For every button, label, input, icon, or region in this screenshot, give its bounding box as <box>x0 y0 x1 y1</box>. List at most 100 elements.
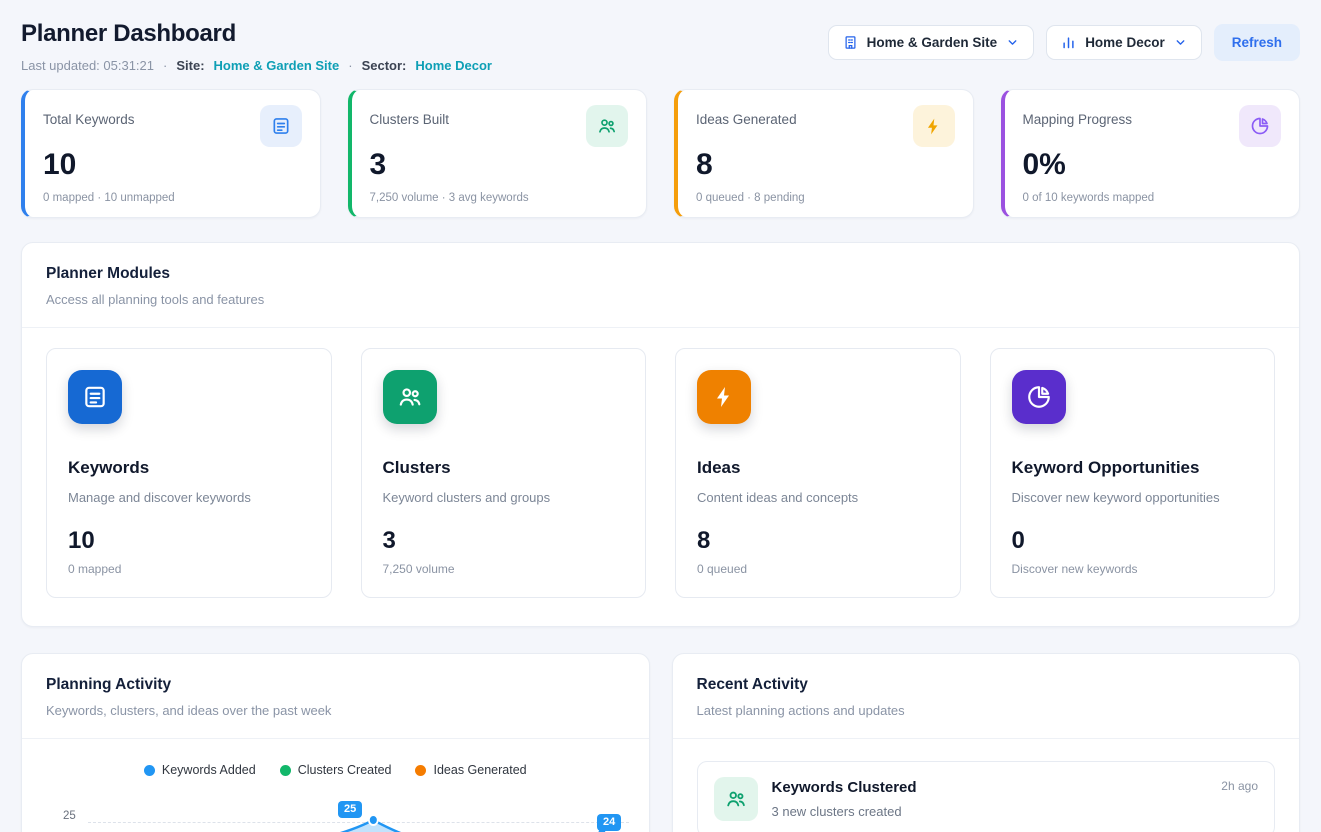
bottom-row: Planning Activity Keywords, clusters, an… <box>21 653 1300 832</box>
stat-detail: 0 of 10 keywords mapped <box>1023 192 1282 204</box>
sector-label: Sector: <box>362 58 407 73</box>
modules-grid: Keywords Manage and discover keywords 10… <box>22 328 1299 626</box>
sector-dropdown[interactable]: Home Decor <box>1046 25 1202 60</box>
module-card-keyword-opportunities[interactable]: Keyword Opportunities Discover new keywo… <box>990 348 1276 598</box>
legend-item-clusters-created: Clusters Created <box>280 763 392 777</box>
planner-modules-panel: Planner Modules Access all planning tool… <box>21 242 1300 627</box>
users-icon <box>586 105 628 147</box>
stat-value: 3 <box>370 148 629 182</box>
page-title: Planner Dashboard <box>21 20 492 48</box>
module-detail: 0 queued <box>697 562 939 576</box>
activity-body: Keywords Clustered 3 new clusters create… <box>772 777 1208 819</box>
stat-label: Clusters Built <box>370 105 450 127</box>
stats-row: Total Keywords 10 0 mapped · 10 unmapped… <box>21 89 1300 218</box>
y-axis-tick: 25 <box>63 810 76 822</box>
module-title: Keywords <box>68 458 310 478</box>
recent-activity-subtitle: Latest planning actions and updates <box>697 703 1276 718</box>
legend-dot <box>280 765 291 776</box>
module-value: 3 <box>383 527 625 555</box>
users-icon <box>383 370 437 424</box>
module-title: Keyword Opportunities <box>1012 458 1254 478</box>
stat-label: Ideas Generated <box>696 105 797 127</box>
bar-chart-icon <box>1061 35 1076 50</box>
stat-detail: 0 queued · 8 pending <box>696 192 955 204</box>
stat-card-total-keywords: Total Keywords 10 0 mapped · 10 unmapped <box>21 89 321 218</box>
modules-subtitle: Access all planning tools and features <box>46 292 1275 307</box>
stat-detail: 0 mapped · 10 unmapped <box>43 192 302 204</box>
header-actions: Home & Garden Site Home Decor Refresh <box>828 24 1300 61</box>
sector-link[interactable]: Home Decor <box>415 58 492 73</box>
planning-activity-panel: Planning Activity Keywords, clusters, an… <box>21 653 650 832</box>
stat-card-ideas-generated: Ideas Generated 8 0 queued · 8 pending <box>674 89 974 218</box>
module-description: Discover new keyword opportunities <box>1012 490 1254 505</box>
stat-card-clusters-built: Clusters Built 3 7,250 volume · 3 avg ke… <box>348 89 648 218</box>
header-left: Planner Dashboard Last updated: 05:31:21… <box>21 20 492 73</box>
stat-card-mapping-progress: Mapping Progress 0% 0 of 10 keywords map… <box>1001 89 1301 218</box>
site-link[interactable]: Home & Garden Site <box>214 58 340 73</box>
chart-legend: Keywords Added Clusters Created Ideas Ge… <box>22 763 649 777</box>
refresh-button[interactable]: Refresh <box>1214 24 1300 61</box>
pie-chart-icon <box>1012 370 1066 424</box>
planning-activity-chart: 25 25 24 <box>38 789 633 832</box>
pie-chart-icon <box>1239 105 1281 147</box>
planning-activity-title: Planning Activity <box>46 676 625 694</box>
document-lines-icon <box>68 370 122 424</box>
module-card-keywords[interactable]: Keywords Manage and discover keywords 10… <box>46 348 332 598</box>
recent-activity-title: Recent Activity <box>697 676 1276 694</box>
activity-title: Keywords Clustered <box>772 779 1208 796</box>
module-value: 0 <box>1012 527 1254 555</box>
module-card-clusters[interactable]: Clusters Keyword clusters and groups 3 7… <box>361 348 647 598</box>
module-value: 8 <box>697 527 939 555</box>
legend-dot <box>144 765 155 776</box>
legend-dot <box>415 765 426 776</box>
module-card-ideas[interactable]: Ideas Content ideas and concepts 8 0 que… <box>675 348 961 598</box>
building-icon <box>843 35 858 50</box>
module-value: 10 <box>68 527 310 555</box>
module-title: Clusters <box>383 458 625 478</box>
planner-dashboard-page: Planner Dashboard Last updated: 05:31:21… <box>0 0 1321 832</box>
planning-activity-subtitle: Keywords, clusters, and ideas over the p… <box>46 703 625 718</box>
module-description: Manage and discover keywords <box>68 490 310 505</box>
legend-item-keywords-added: Keywords Added <box>144 763 256 777</box>
stat-label: Total Keywords <box>43 105 135 127</box>
meta-dot: · <box>163 58 167 73</box>
document-lines-icon <box>260 105 302 147</box>
users-icon <box>714 777 758 821</box>
legend-label: Keywords Added <box>162 763 256 777</box>
site-label: Site: <box>176 58 204 73</box>
header: Planner Dashboard Last updated: 05:31:21… <box>21 20 1300 73</box>
stat-value: 10 <box>43 148 302 182</box>
legend-label: Clusters Created <box>298 763 392 777</box>
module-title: Ideas <box>697 458 939 478</box>
legend-item-ideas-generated: Ideas Generated <box>415 763 526 777</box>
data-point-label: 25 <box>338 801 362 818</box>
site-dropdown-label: Home & Garden Site <box>867 35 998 50</box>
recent-activity-panel: Recent Activity Latest planning actions … <box>672 653 1301 832</box>
divider <box>22 738 649 739</box>
sector-dropdown-label: Home Decor <box>1085 35 1165 50</box>
activity-list: Keywords Clustered 3 new clusters create… <box>673 739 1300 832</box>
bolt-icon <box>697 370 751 424</box>
bolt-icon <box>913 105 955 147</box>
modules-title: Planner Modules <box>46 265 1275 283</box>
activity-description: 3 new clusters created <box>772 804 1208 819</box>
legend-label: Ideas Generated <box>433 763 526 777</box>
activity-item: Keywords Clustered 3 new clusters create… <box>697 761 1276 832</box>
meta-dot: · <box>348 58 352 73</box>
module-detail: 7,250 volume <box>383 562 625 576</box>
data-point-label: 24 <box>597 814 621 831</box>
chevron-down-icon <box>1006 36 1019 49</box>
stat-value: 8 <box>696 148 955 182</box>
header-meta: Last updated: 05:31:21 · Site: Home & Ga… <box>21 58 492 73</box>
site-dropdown[interactable]: Home & Garden Site <box>828 25 1035 60</box>
stat-detail: 7,250 volume · 3 avg keywords <box>370 192 629 204</box>
module-detail: 0 mapped <box>68 562 310 576</box>
chevron-down-icon <box>1174 36 1187 49</box>
module-description: Content ideas and concepts <box>697 490 939 505</box>
last-updated-text: Last updated: 05:31:21 <box>21 58 154 73</box>
stat-label: Mapping Progress <box>1023 105 1133 127</box>
module-detail: Discover new keywords <box>1012 562 1254 576</box>
activity-timestamp: 2h ago <box>1221 777 1258 793</box>
stat-value: 0% <box>1023 148 1282 182</box>
module-description: Keyword clusters and groups <box>383 490 625 505</box>
